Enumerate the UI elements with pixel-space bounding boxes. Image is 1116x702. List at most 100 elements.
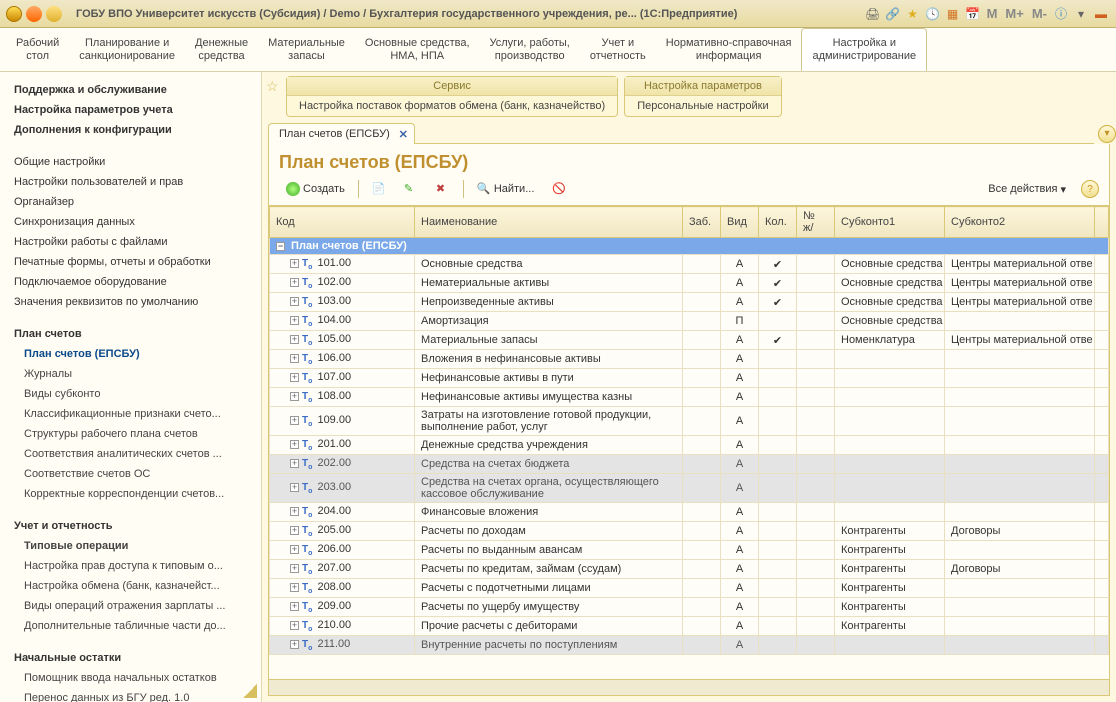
document-tab[interactable]: План счетов (ЕПСБУ) ✕	[268, 123, 415, 144]
mem-mminus[interactable]: M-	[1029, 6, 1050, 21]
find-button[interactable]: 🔍 Найти...	[470, 179, 542, 199]
sidebar-link[interactable]: Настройка параметров учета	[14, 100, 257, 120]
sidebar-link[interactable]: Настройки пользователей и прав	[14, 172, 257, 192]
column-header[interactable]: Заб.	[683, 207, 721, 238]
table-row[interactable]: +То 103.00Непроизведенные активыА✔Основн…	[270, 293, 1109, 312]
print-icon[interactable]: 🖨	[864, 5, 882, 23]
table-header-row[interactable]: − План счетов (ЕПСБУ)	[270, 238, 1109, 255]
personal-settings-link[interactable]: Персональные настройки	[625, 96, 780, 116]
sidebar-link[interactable]: Журналы	[14, 364, 257, 384]
dropdown-icon[interactable]: ▾	[1072, 5, 1090, 23]
expand-icon[interactable]: +	[290, 440, 299, 449]
table-row[interactable]: +То 207.00Расчеты по кредитам, займам (с…	[270, 560, 1109, 579]
table-row[interactable]: +То 205.00Расчеты по доходамАКонтрагенты…	[270, 522, 1109, 541]
sidebar-link[interactable]: Дополнительные табличные части до...	[14, 616, 257, 636]
sidebar-link[interactable]: Структуры рабочего плана счетов	[14, 424, 257, 444]
nav-item[interactable]: Настройка иадминистрирование	[801, 28, 927, 71]
nav-item[interactable]: Учет иотчетность	[580, 28, 656, 71]
sidebar-link[interactable]: Помощник ввода начальных остатков	[14, 668, 257, 688]
expand-icon[interactable]: +	[290, 392, 299, 401]
sidebar-link[interactable]: Типовые операции	[14, 536, 257, 556]
expand-icon[interactable]: +	[290, 483, 299, 492]
close-tab-icon[interactable]: ✕	[399, 128, 408, 141]
grid[interactable]: КодНаименованиеЗаб.ВидКол.№ ж/Субконто1С…	[269, 205, 1109, 679]
nav-item[interactable]: Планирование исанкционирование	[69, 28, 185, 71]
expand-icon[interactable]: +	[290, 459, 299, 468]
clear-find-button[interactable]: 🚫	[545, 179, 573, 199]
column-header[interactable]: Код	[270, 207, 415, 238]
expand-icon[interactable]: +	[290, 316, 299, 325]
table-row[interactable]: +То 107.00Нефинансовые активы в путиА	[270, 369, 1109, 388]
calc-icon[interactable]: ▦	[944, 5, 962, 23]
sidebar-link[interactable]: Подключаемое оборудование	[14, 272, 257, 292]
sidebar-section-header[interactable]: План счетов	[14, 324, 257, 344]
table-row[interactable]: +То 206.00Расчеты по выданным авансамАКо…	[270, 541, 1109, 560]
nav-fwd-icon[interactable]	[46, 6, 62, 22]
expand-icon[interactable]: +	[290, 507, 299, 516]
expand-icon[interactable]: +	[290, 545, 299, 554]
nav-item[interactable]: Материальныезапасы	[258, 28, 355, 71]
column-header[interactable]: Вид	[721, 207, 759, 238]
sidebar-link[interactable]: План счетов (ЕПСБУ)	[14, 344, 257, 364]
column-header[interactable]: Субконто1	[835, 207, 945, 238]
nav-item[interactable]: Денежныесредства	[185, 28, 258, 71]
resize-handle-icon[interactable]	[243, 684, 257, 698]
column-header[interactable]: Наименование	[415, 207, 683, 238]
expand-icon[interactable]: +	[290, 621, 299, 630]
sidebar-link[interactable]: Органайзер	[14, 192, 257, 212]
expand-icon[interactable]: +	[290, 583, 299, 592]
sidebar-link[interactable]: Настройка прав доступа к типовым о...	[14, 556, 257, 576]
sidebar-link[interactable]: Перенос данных из БГУ ред. 1.0	[14, 688, 257, 702]
sidebar-section-header[interactable]: Учет и отчетность	[14, 516, 257, 536]
copy-button[interactable]: 📄	[365, 179, 393, 199]
sidebar-link[interactable]: Соответствия аналитических счетов ...	[14, 444, 257, 464]
service-link-formats[interactable]: Настройка поставок форматов обмена (банк…	[287, 96, 617, 116]
link-icon[interactable]: 🔗	[884, 5, 902, 23]
expand-icon[interactable]: +	[290, 640, 299, 649]
sidebar-link[interactable]: Значения реквизитов по умолчанию	[14, 292, 257, 312]
help-button[interactable]: ?	[1081, 180, 1099, 198]
expand-icon[interactable]: +	[290, 354, 299, 363]
nav-back-icon[interactable]	[26, 6, 42, 22]
nav-item[interactable]: Нормативно-справочнаяинформация	[656, 28, 802, 71]
favorite-icon[interactable]: ★	[904, 5, 922, 23]
sidebar-link[interactable]: Синхронизация данных	[14, 212, 257, 232]
table-row[interactable]: +То 104.00АмортизацияПОсновные средства	[270, 312, 1109, 331]
edit-button[interactable]: ✎	[397, 179, 425, 199]
table-row[interactable]: +То 203.00Средства на счетах органа, осу…	[270, 474, 1109, 503]
mem-mplus[interactable]: M+	[1002, 6, 1026, 21]
table-row[interactable]: +То 106.00Вложения в нефинансовые активы…	[270, 350, 1109, 369]
sidebar-link[interactable]: Настройки работы с файлами	[14, 232, 257, 252]
table-row[interactable]: +То 108.00Нефинансовые активы имущества …	[270, 388, 1109, 407]
sidebar-link[interactable]: Классификационные признаки счето...	[14, 404, 257, 424]
favorite-star-icon[interactable]: ☆	[266, 78, 279, 95]
expand-icon[interactable]: +	[290, 416, 299, 425]
expand-icon[interactable]: +	[290, 373, 299, 382]
table-row[interactable]: +То 208.00Расчеты с подотчетными лицамиА…	[270, 579, 1109, 598]
sidebar-link[interactable]: Виды субконто	[14, 384, 257, 404]
nav-item[interactable]: Основные средства,НМА, НПА	[355, 28, 480, 71]
nav-item[interactable]: Услуги, работы,производство	[480, 28, 580, 71]
table-row[interactable]: +То 102.00Нематериальные активыА✔Основны…	[270, 274, 1109, 293]
sidebar-link[interactable]: Соответствие счетов ОС	[14, 464, 257, 484]
table-row[interactable]: +То 204.00Финансовые вложенияА	[270, 503, 1109, 522]
expand-icon[interactable]: +	[290, 278, 299, 287]
table-row[interactable]: +То 109.00Затраты на изготовление готово…	[270, 407, 1109, 436]
expand-icon[interactable]: +	[290, 602, 299, 611]
delete-button[interactable]: ✖	[429, 179, 457, 199]
table-row[interactable]: +То 201.00Денежные средства учрежденияА	[270, 436, 1109, 455]
table-row[interactable]: +То 210.00Прочие расчеты с дебиторамиАКо…	[270, 617, 1109, 636]
expand-icon[interactable]: +	[290, 564, 299, 573]
create-button[interactable]: Создать	[279, 179, 352, 199]
mem-m[interactable]: M	[984, 6, 1001, 21]
sidebar-link[interactable]: Корректные корреспонденции счетов...	[14, 484, 257, 504]
horizontal-scrollbar[interactable]	[269, 679, 1109, 695]
sidebar-section-header[interactable]: Начальные остатки	[14, 648, 257, 668]
tabs-dropdown-button[interactable]: ▾	[1098, 125, 1116, 143]
table-row[interactable]: +То 211.00Внутренние расчеты по поступле…	[270, 636, 1109, 655]
expand-icon[interactable]: +	[290, 259, 299, 268]
sidebar-link[interactable]: Настройка обмена (банк, казначейст...	[14, 576, 257, 596]
sidebar-link[interactable]: Печатные формы, отчеты и обработки	[14, 252, 257, 272]
nav-item[interactable]: Рабочийстол	[6, 28, 69, 71]
calendar-icon[interactable]: 📅	[964, 5, 982, 23]
